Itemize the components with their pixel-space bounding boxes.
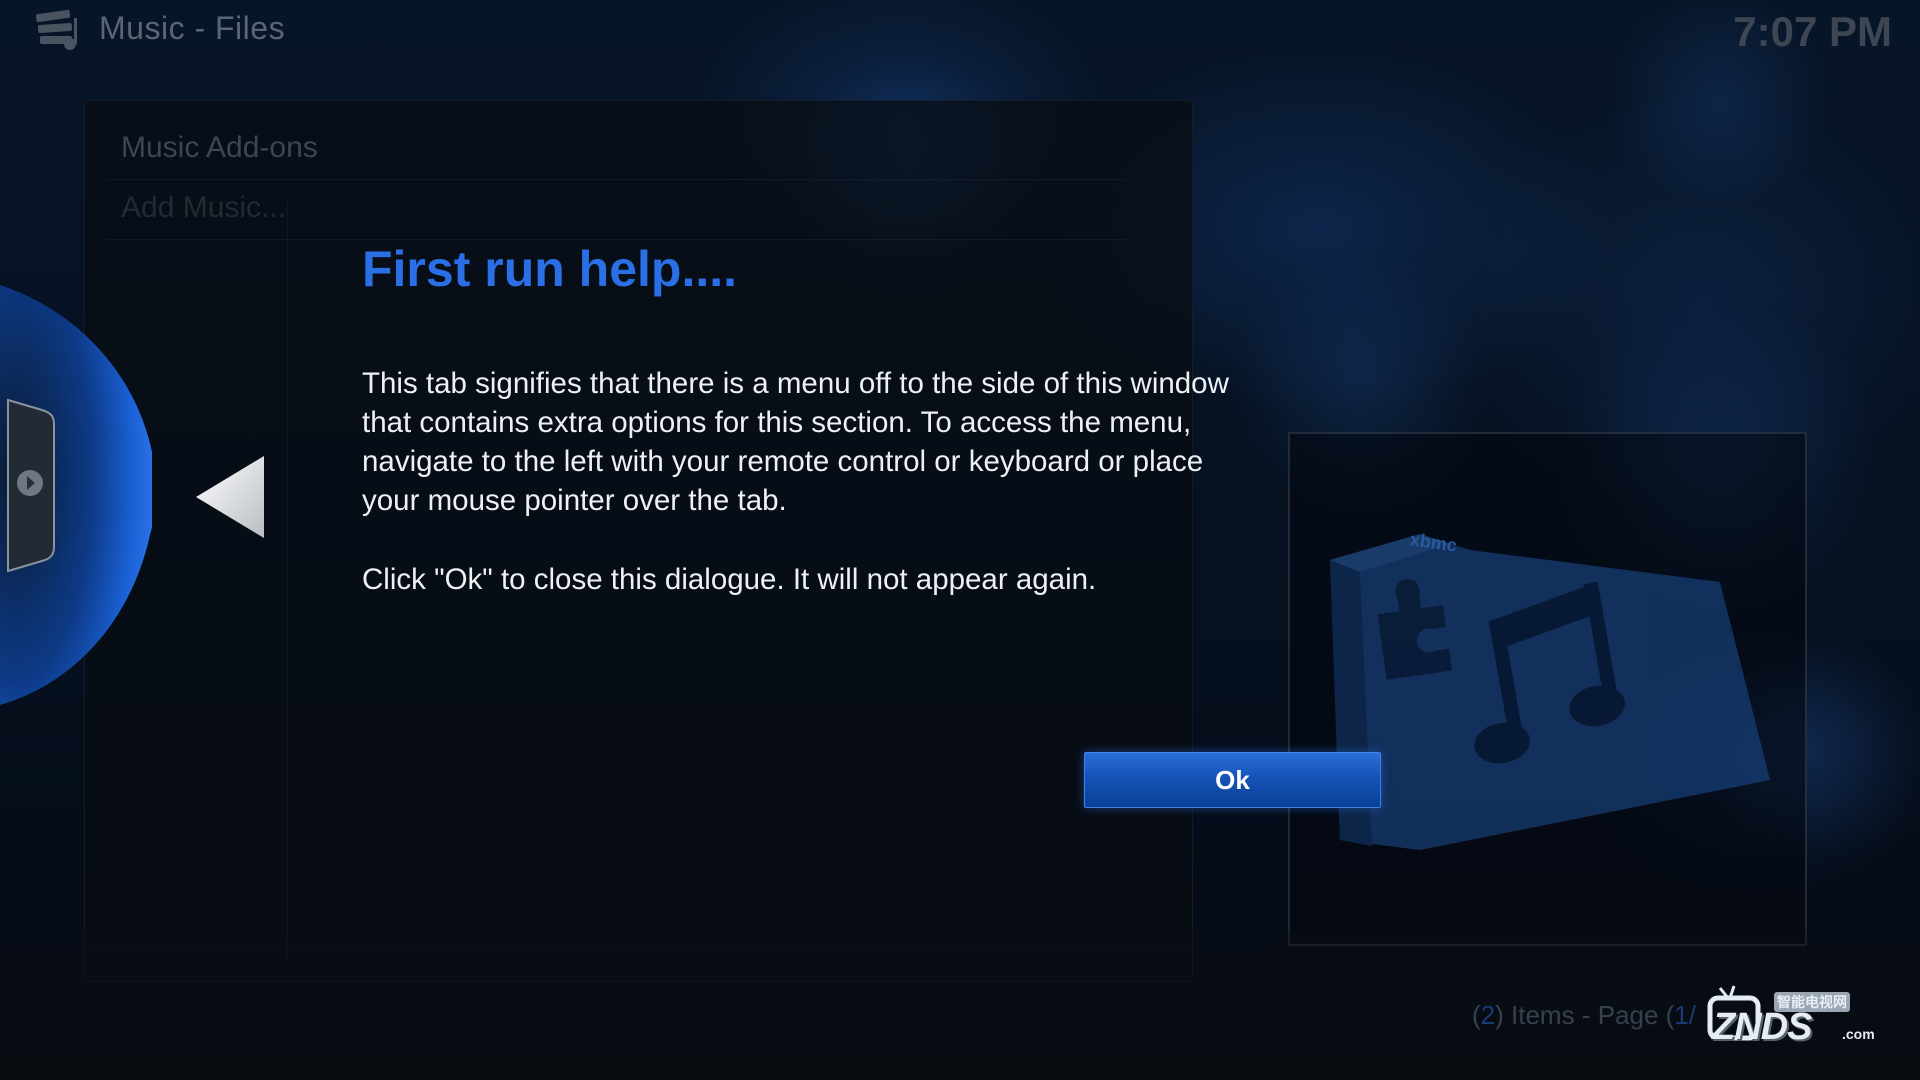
first-run-help-dialog: First run help.... This tab signifies th… [0, 0, 1920, 1080]
dialog-body-text: This tab signifies that there is a menu … [362, 367, 1229, 517]
kodi-screen: Music - Files 7:07 PM Music Add-ons Add … [0, 0, 1920, 1080]
dialog-close-instructions: Click "Ok" to close this dialogue. It wi… [362, 563, 1097, 596]
dialog-title: First run help.... [362, 241, 738, 297]
ok-button[interactable]: Ok [1084, 752, 1381, 808]
watermark-domain: .com [1842, 1026, 1875, 1042]
watermark-brand: ZNDS [1712, 1006, 1812, 1048]
left-arrow-icon [196, 456, 264, 538]
side-menu-tab-icon[interactable] [0, 285, 152, 705]
